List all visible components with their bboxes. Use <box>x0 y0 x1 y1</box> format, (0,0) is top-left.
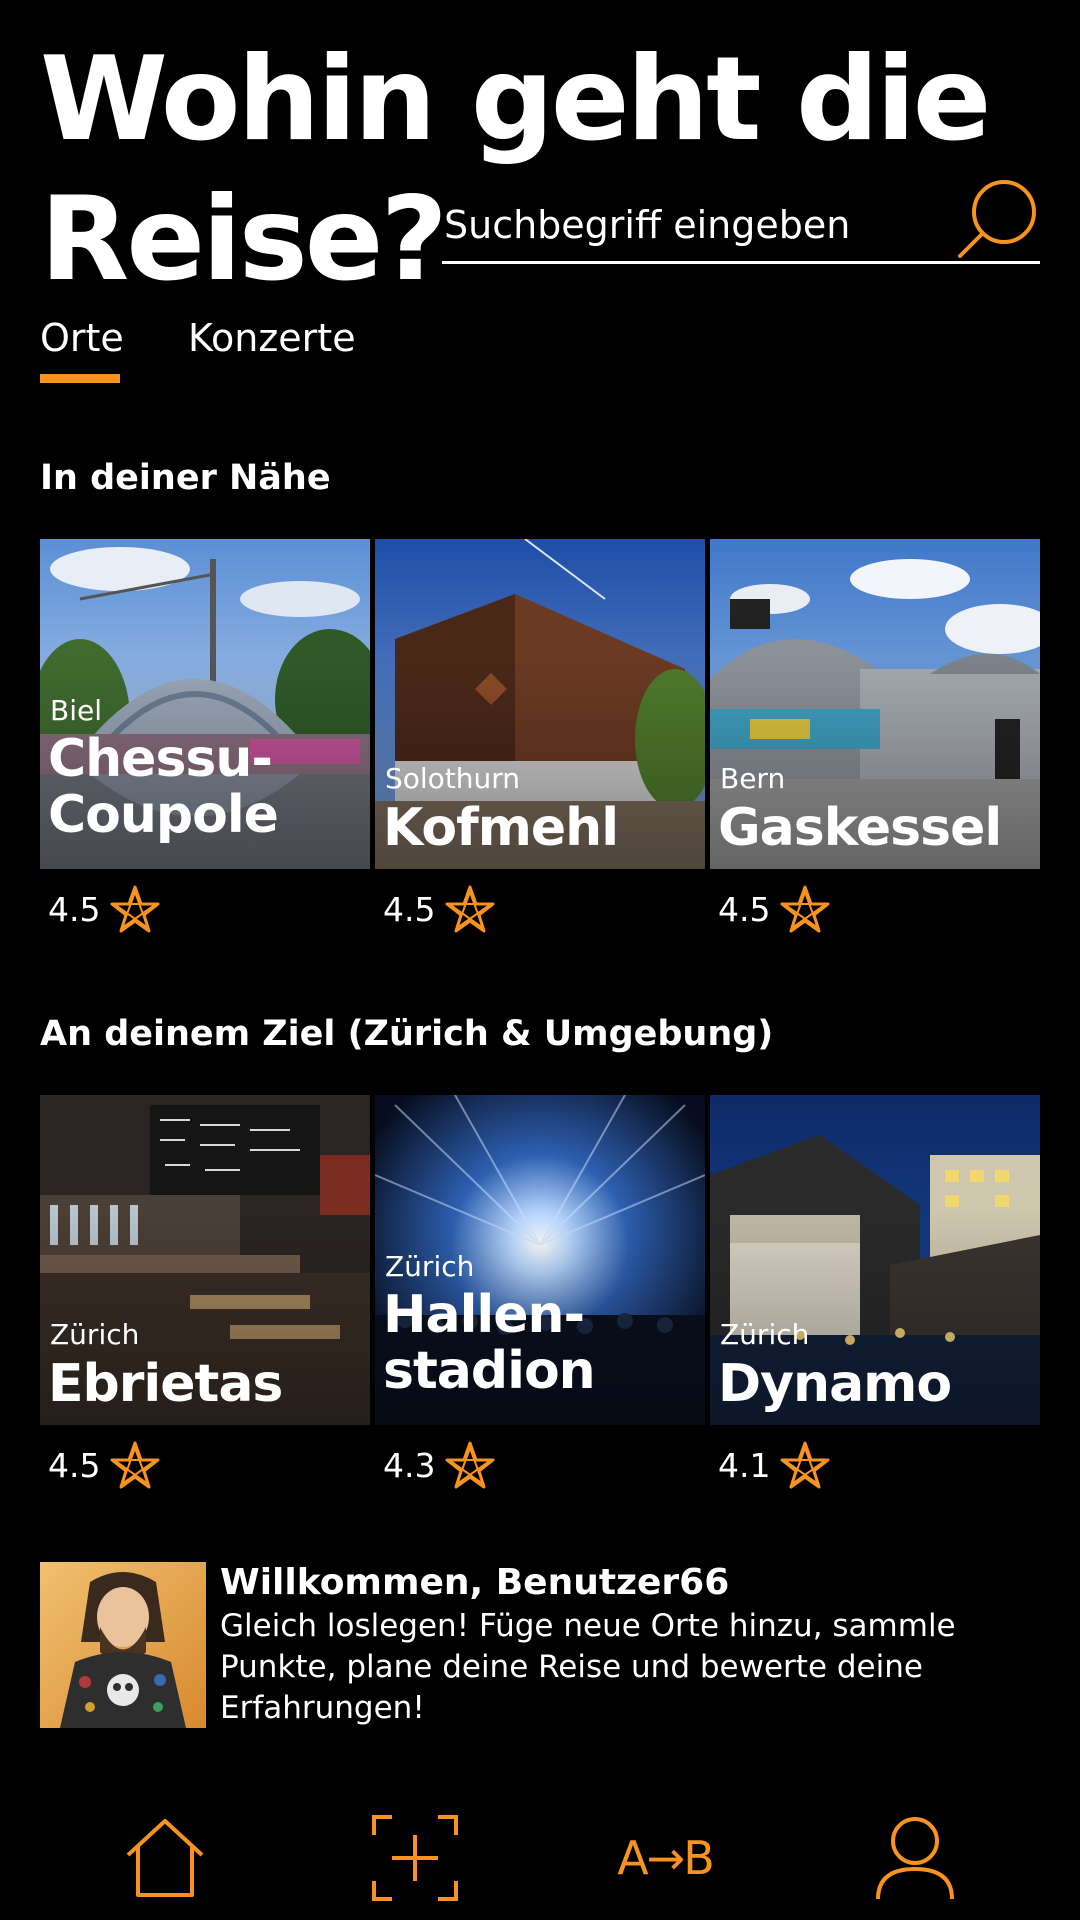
tab-orte[interactable]: Orte <box>40 316 124 383</box>
pentagram-star-icon <box>445 885 495 933</box>
venue-name-line2: Gaskessel <box>718 798 1002 858</box>
venue-card-gaskessel[interactable]: Bern Gaskessel <box>710 539 1040 869</box>
section-title-destination: An deinem Ziel (Zürich & Umgebung) <box>40 1014 774 1054</box>
venue-name: Hallen- stadion <box>383 1285 596 1402</box>
venue-card-hallenstadion[interactable]: Zürich Hallen- stadion <box>375 1095 705 1425</box>
rating-value: 4.1 <box>718 1445 771 1485</box>
rating-gaskessel: 4.5 <box>718 879 830 939</box>
rating-kofmehl: 4.5 <box>383 879 495 939</box>
user-icon <box>876 1817 954 1900</box>
rating-value: 4.5 <box>383 889 436 929</box>
rating-dynamo: 4.1 <box>718 1435 830 1495</box>
venue-name-line2: Dynamo <box>718 1354 952 1414</box>
nav-home-button[interactable] <box>115 1808 215 1908</box>
rating-chessu: 4.5 <box>48 879 160 939</box>
nav-route-button[interactable]: A→B <box>615 1808 715 1908</box>
rating-ebrietas: 4.5 <box>48 1435 160 1495</box>
venue-name-line2: Ebrietas <box>48 1354 283 1414</box>
card-row-destination: Zürich Ebrietas Zürich Hallen- stadion Z… <box>40 1095 1040 1495</box>
search-input[interactable] <box>442 196 946 254</box>
pentagram-star-icon <box>780 1441 830 1489</box>
venue-name-line1: Hallen- <box>383 1285 585 1345</box>
venue-city: Biel <box>50 694 102 727</box>
tab-konzerte-label: Konzerte <box>188 316 356 360</box>
pentagram-star-icon <box>445 1441 495 1489</box>
pentagram-star-icon <box>780 885 830 933</box>
app-root: Wohin geht die Reise? Orte Konzerte In d… <box>0 0 1080 1920</box>
rating-hallenstadion: 4.3 <box>383 1435 495 1495</box>
section-title-nearby: In deiner Nähe <box>40 458 331 498</box>
pentagram-star-icon <box>110 885 160 933</box>
tab-orte-label: Orte <box>40 316 124 360</box>
add-scan-icon <box>372 1815 458 1901</box>
card-row-nearby: Biel Chessu- Coupole Solothurn Kofmehl B… <box>40 539 1040 939</box>
welcome-text: Gleich loslegen! Füge neue Orte hinzu, s… <box>220 1608 956 1726</box>
tab-konzerte[interactable]: Konzerte <box>188 316 356 360</box>
nav-add-place-button[interactable] <box>365 1808 465 1908</box>
venue-name: Ebrietas <box>48 1300 283 1414</box>
pentagram-star-icon <box>110 1441 160 1489</box>
search-underline <box>442 261 1040 264</box>
search-icon[interactable] <box>956 178 1040 262</box>
route-a-to-b-icon: A→B <box>617 1831 715 1885</box>
venue-name-line1: Chessu- <box>48 729 273 789</box>
venue-name: Dynamo <box>718 1300 952 1414</box>
venue-name-line2: stadion <box>383 1341 596 1402</box>
venue-card-kofmehl[interactable]: Solothurn Kofmehl <box>375 539 705 869</box>
venue-city: Zürich <box>385 1250 475 1283</box>
nav-profile-button[interactable] <box>865 1808 965 1908</box>
page-title-line1: Wohin geht die <box>40 32 991 167</box>
venue-card-dynamo[interactable]: Zürich Dynamo <box>710 1095 1040 1425</box>
avatar[interactable] <box>40 1562 206 1728</box>
rating-value: 4.3 <box>383 1445 436 1485</box>
home-icon <box>126 1819 204 1897</box>
venue-name: Gaskessel <box>718 744 1002 858</box>
rating-value: 4.5 <box>48 889 101 929</box>
avatar-illustration <box>40 1562 206 1728</box>
venue-name: Chessu- Coupole <box>48 729 279 846</box>
venue-card-ebrietas[interactable]: Zürich Ebrietas <box>40 1095 370 1425</box>
rating-value: 4.5 <box>718 889 771 929</box>
welcome-title: Willkommen, Benutzer66 <box>220 1562 730 1603</box>
venue-name-line2: Coupole <box>48 785 279 846</box>
page-title-line2: Reise? <box>40 172 448 307</box>
rating-value: 4.5 <box>48 1445 101 1485</box>
active-tab-indicator <box>40 374 120 383</box>
venue-name: Kofmehl <box>383 744 619 858</box>
search-bar <box>442 178 1040 264</box>
venue-card-chessu[interactable]: Biel Chessu- Coupole <box>40 539 370 869</box>
bottom-nav: A→B <box>0 1790 1080 1920</box>
venue-name-line2: Kofmehl <box>383 798 619 858</box>
welcome-banner: Willkommen, Benutzer66 Gleich loslegen! … <box>40 1562 1040 1728</box>
